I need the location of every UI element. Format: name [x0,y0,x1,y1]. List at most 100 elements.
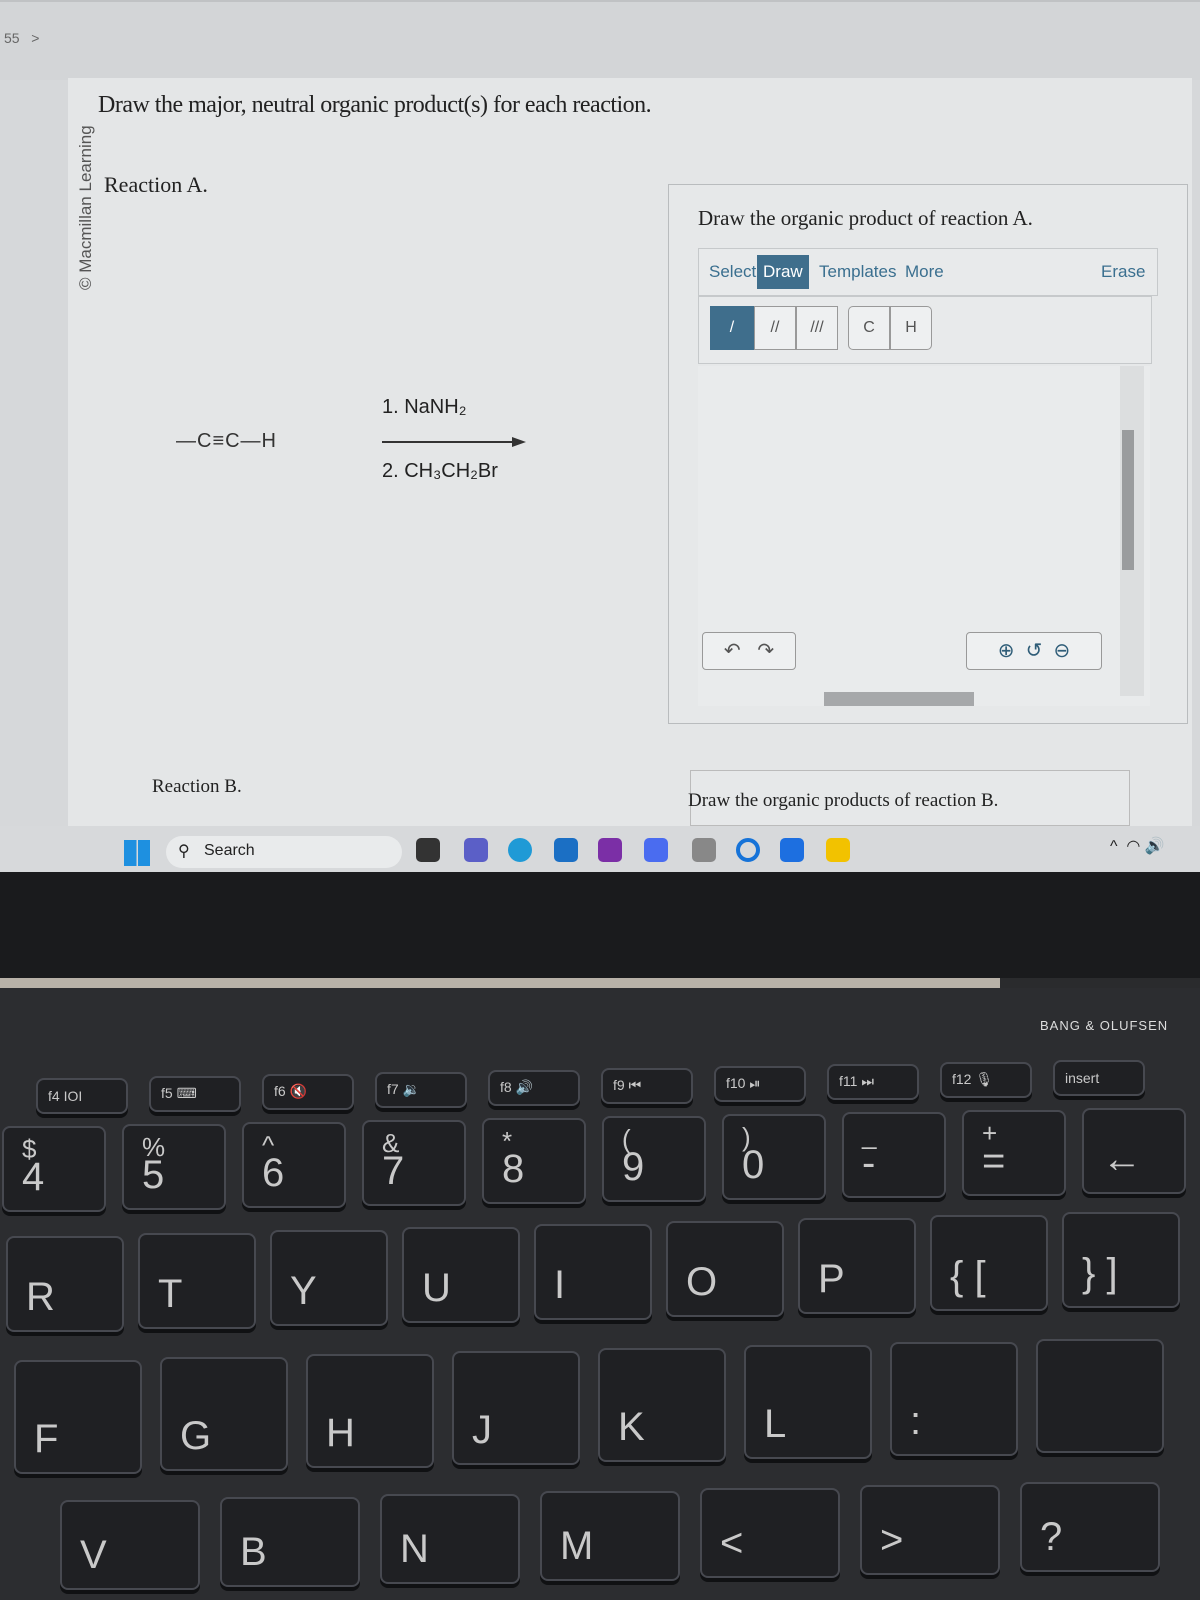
key[interactable]: > [860,1485,1000,1575]
single-bond-button[interactable]: / [710,306,754,350]
tab-more[interactable]: More [899,255,950,289]
key[interactable]: Y [270,1230,388,1326]
tab-select[interactable]: Select [703,255,762,289]
key-label: P [818,1257,845,1301]
edge-icon[interactable] [508,838,532,862]
key-label: ? [1040,1515,1063,1559]
reagent-step-1: 1. NaNH₂ [382,396,467,418]
key-label: f6 🔇 [274,1083,307,1099]
key[interactable]: ^ 6 [242,1122,346,1208]
key[interactable]: < [700,1488,840,1578]
key-label: : [910,1399,922,1443]
key[interactable]: insert [1053,1060,1145,1096]
double-bond-button[interactable]: // [754,306,796,350]
key[interactable]: % 5 [122,1124,226,1210]
hydrogen-atom-button[interactable]: H [890,306,932,350]
carbon-atom-button[interactable]: C [848,306,890,350]
key-label: N [400,1527,429,1571]
key[interactable]: _ - [842,1112,946,1198]
wifi-icon[interactable]: ◠ [1126,838,1140,855]
key[interactable]: ) 0 [722,1114,826,1200]
mail-icon[interactable] [554,838,578,862]
key[interactable]: U [402,1227,520,1323]
speaker-icon[interactable]: 🔊 [1145,838,1165,855]
key[interactable]: f9 ⏮ [601,1068,693,1104]
horizontal-scroll-thumb[interactable] [824,692,974,706]
key-label: V [80,1533,107,1577]
key[interactable]: P [798,1218,916,1314]
key[interactable]: N [380,1494,520,1584]
triple-bond-button[interactable]: /// [796,306,838,350]
redo-icon[interactable]: ↷ [757,640,774,662]
key[interactable]: T [138,1233,256,1329]
key[interactable]: f6 🔇 [262,1074,354,1110]
key-label: 0 [742,1143,765,1187]
vertical-scroll-thumb[interactable] [1122,430,1134,570]
teams-icon[interactable] [464,838,488,862]
key[interactable]: ← [1082,1108,1186,1194]
zoom-group: ⊕ ↺ ⊖ [966,632,1102,670]
key[interactable]: M [540,1491,680,1581]
key[interactable]: f11 ⏭ [827,1064,919,1100]
zoom-in-icon[interactable]: ⊕ [998,640,1015,662]
key-label: 7 [382,1149,405,1193]
key[interactable]: B [220,1497,360,1587]
key-label: 5 [142,1153,165,1197]
key[interactable]: { [ [930,1215,1048,1311]
key[interactable]: f4 IOI [36,1078,128,1114]
key[interactable]: * 8 [482,1118,586,1204]
key[interactable]: J [452,1351,580,1465]
key[interactable]: } ] [1062,1212,1180,1308]
file-explorer-icon[interactable] [826,838,850,862]
key-label: f8 🔊 [500,1079,533,1095]
key[interactable]: O [666,1221,784,1317]
app-icon[interactable] [644,838,668,862]
key[interactable]: L [744,1345,872,1459]
windows-start-icon[interactable] [124,840,150,866]
key[interactable]: R [6,1236,124,1332]
key-label: f9 ⏮ [613,1077,642,1093]
key[interactable]: : [890,1342,1018,1456]
undo-icon[interactable]: ↶ [724,640,741,662]
key[interactable]: f7 🔉 [375,1072,467,1108]
key[interactable]: G [160,1357,288,1471]
tab-templates[interactable]: Templates [813,255,902,289]
laptop-hinge [0,978,1000,988]
key[interactable]: V [60,1500,200,1590]
zoom-out-icon[interactable]: ⊖ [1054,640,1071,662]
key-label: ← [1102,1137,1142,1181]
key[interactable]: + = [962,1110,1066,1196]
key[interactable]: f10 ⏯ [714,1066,806,1102]
cortana-icon[interactable] [736,838,760,862]
taskbar-search[interactable]: ⚲ Search [166,836,402,868]
reset-zoom-icon[interactable]: ↺ [1026,640,1043,662]
key-label: F [34,1417,59,1461]
reactant-structure: —C≡C—H [176,430,277,452]
key[interactable]: $4 [2,1126,106,1212]
key[interactable] [1036,1339,1164,1453]
store-icon[interactable] [692,838,716,862]
editor-a-title: Draw the organic product of reaction A. [698,206,1033,230]
key[interactable]: F [14,1360,142,1474]
key[interactable]: K [598,1348,726,1462]
key[interactable]: I [534,1224,652,1320]
key[interactable]: f8 🔊 [488,1070,580,1106]
chevron-right-icon[interactable]: > [31,30,39,46]
dropbox-icon[interactable] [780,838,804,862]
key[interactable]: ? [1020,1482,1160,1572]
key[interactable]: & 7 [362,1120,466,1206]
key[interactable]: f5 ⌨ [149,1076,241,1112]
nav-back[interactable]: 55 > [4,30,39,46]
tray-chevron-icon[interactable]: ^ [1110,838,1118,855]
key[interactable]: H [306,1354,434,1468]
key-label: R [26,1275,55,1319]
system-tray: ^ ◠ 🔊 [1110,836,1165,856]
key[interactable]: f12 🎙 [940,1062,1032,1098]
key-label: H [326,1411,355,1455]
onenote-icon[interactable] [598,838,622,862]
key-label: 9 [622,1145,645,1189]
task-view-icon[interactable] [416,838,440,862]
key[interactable]: (9 [602,1116,706,1202]
tab-draw[interactable]: Draw [757,255,809,289]
erase-button[interactable]: Erase [1095,255,1151,289]
